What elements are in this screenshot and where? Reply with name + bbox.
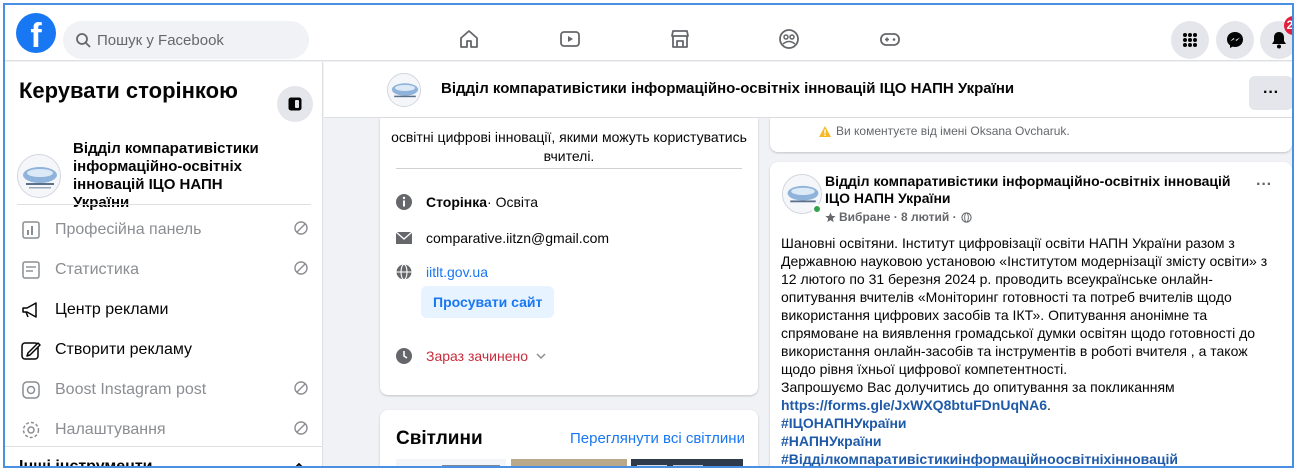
see-all-photos-link[interactable]: Переглянути всі світлини [570, 430, 745, 447]
page-header-avatar[interactable] [387, 73, 421, 107]
sidebar-item-label: Створити рекламу [55, 341, 193, 358]
hashtag-link[interactable]: #НАПНУкраїни [781, 432, 1178, 450]
sidebar-title: Керувати сторінкою [19, 78, 238, 103]
home-icon[interactable] [457, 27, 481, 51]
commenting-as-text: Ви коментуєте від імені Oksana Ovcharuk. [836, 124, 1070, 138]
panel-toggle-icon [288, 97, 302, 111]
groups-icon[interactable] [777, 27, 801, 51]
website-link[interactable]: iitlt.gov.ua [426, 264, 488, 280]
dashboard-icon [19, 218, 43, 242]
photos-card: Світлини Переглянути всі світлини [380, 410, 758, 468]
hours-status: Зараз зачинено [426, 348, 529, 364]
hashtag-link[interactable]: #Відділкомпаративістикиінформаційноосвіт… [781, 450, 1178, 466]
globe-icon [960, 211, 972, 223]
search-icon [76, 33, 91, 48]
intro-description: освітні цифрові інновації, якими можуть … [391, 129, 747, 164]
photos-title: Світлини [396, 428, 483, 449]
category-label: Сторінка [426, 194, 488, 210]
page-more-button[interactable]: ··· [1249, 76, 1292, 110]
instagram-icon [19, 378, 43, 402]
sidebar-item-ad-center[interactable]: Центр реклами [5, 290, 322, 330]
megaphone-icon [19, 298, 43, 322]
envelope-icon [394, 228, 414, 248]
comment-identity-card: Ви коментуєте від імені Oksana Ovcharuk. [770, 118, 1292, 152]
sidebar-item-settings[interactable]: Налаштування [5, 410, 322, 450]
post-card: Відділ компаративістики інформаційно-осв… [770, 162, 1292, 466]
collapse-sidebar-button[interactable] [277, 86, 313, 122]
disabled-icon [294, 221, 308, 235]
browser-frame: f Пошук у Facebook 20 Керувати сторінкою [3, 3, 1294, 468]
globe-icon [394, 262, 414, 282]
disabled-icon [294, 261, 308, 275]
post-hashtags: #ІЦОНАПНУкраїни #НАПНУкраїни #Відділкомп… [781, 414, 1178, 466]
top-navigation-bar: f Пошук у Facebook 20 [5, 5, 1292, 61]
star-icon [825, 211, 836, 222]
sidebar-item-professional-dashboard[interactable]: Професійна панель [5, 210, 322, 250]
post-meta-text: Вибране · 8 лютий · [839, 210, 957, 224]
chevron-down-icon [536, 353, 546, 360]
sidebar-item-label: Boost Instagram post [55, 381, 207, 398]
post-options-button[interactable]: ··· [1256, 176, 1272, 194]
info-email: comparative.iitzn@gmail.com [394, 228, 609, 248]
sidebar-item-label: Статистика [55, 261, 140, 278]
insights-icon [19, 258, 43, 282]
menu-grid-button[interactable] [1171, 21, 1209, 59]
photo-thumbnail[interactable] [631, 459, 743, 468]
online-status-dot [812, 204, 822, 214]
photo-thumbnail[interactable] [511, 459, 627, 468]
info-category: Сторінка · Освіта [394, 192, 538, 212]
intro-card: освітні цифрові інновації, якими можуть … [380, 118, 758, 395]
post-invite: Запрошуємо Вас долучитись до опитування … [781, 379, 1175, 395]
sidebar-other-tools[interactable]: Інші інструменти [5, 446, 322, 468]
gear-icon [19, 418, 43, 442]
sidebar-item-insights[interactable]: Статистика [5, 250, 322, 290]
messenger-button[interactable] [1216, 21, 1254, 59]
clock-icon [394, 346, 414, 366]
page-header-title[interactable]: Відділ компаративістики інформаційно-осв… [441, 80, 1014, 97]
pencil-icon [19, 338, 43, 362]
photo-thumbnail[interactable] [396, 459, 506, 468]
sidebar-divider [17, 204, 311, 205]
sidebar-other-tools-label: Інші інструменти [19, 457, 153, 468]
sidebar-item-label: Професійна панель [55, 221, 202, 238]
facebook-logo-icon[interactable]: f [16, 13, 56, 53]
grid-icon [1183, 33, 1197, 47]
chevron-up-icon [295, 462, 303, 466]
sidebar-item-boost-instagram[interactable]: Boost Instagram post [5, 370, 322, 410]
search-input[interactable]: Пошук у Facebook [63, 21, 309, 59]
intro-divider [396, 168, 742, 169]
sidebar-item-label: Центр реклами [55, 301, 169, 318]
email-text[interactable]: comparative.iitzn@gmail.com [426, 230, 609, 246]
promote-website-button[interactable]: Просувати сайт [421, 286, 555, 318]
messenger-icon [1227, 32, 1243, 48]
info-hours[interactable]: Зараз зачинено [394, 346, 546, 366]
sidebar-page-entry[interactable]: Відділ компаративістики інформаційно-осв… [17, 140, 283, 212]
sidebar-item-label: Налаштування [55, 421, 166, 438]
info-website: iitlt.gov.ua [394, 262, 488, 282]
page-avatar [17, 154, 61, 198]
manage-page-sidebar: Керувати сторінкою Відділ компаративісти… [5, 62, 323, 468]
bell-icon [1272, 32, 1286, 49]
warning-icon [819, 125, 831, 137]
video-icon[interactable] [558, 27, 582, 51]
info-icon [394, 192, 414, 212]
post-text: Шановні освітяни. Інститут цифровізації … [781, 235, 1268, 377]
gaming-icon[interactable] [878, 27, 902, 51]
post-body: Шановні освітяни. Інститут цифровізації … [781, 234, 1281, 414]
disabled-icon [294, 381, 308, 395]
survey-link[interactable]: https://forms.gle/JxWXQ8btuFDnUqNA6 [781, 397, 1047, 413]
hashtag-link[interactable]: #ІЦОНАПНУкраїни [781, 414, 1178, 432]
post-author-name[interactable]: Відділ компаративістики інформаційно-осв… [825, 173, 1235, 207]
search-placeholder: Пошук у Facebook [97, 31, 224, 49]
disabled-icon [294, 421, 308, 435]
commenting-as-note: Ви коментуєте від імені Oksana Ovcharuk. [818, 124, 1070, 138]
marketplace-icon[interactable] [668, 27, 692, 51]
sidebar-item-create-ad[interactable]: Створити рекламу [5, 330, 322, 370]
post-link-suffix: . [1047, 397, 1051, 413]
sidebar-page-name: Відділ компаративістики інформаційно-осв… [73, 140, 259, 211]
notifications-button[interactable]: 20 [1260, 16, 1292, 59]
category-value: · Освіта [487, 194, 539, 210]
post-meta: Вибране · 8 лютий · [825, 210, 972, 224]
page-header-bar: Відділ компаративістики інформаційно-осв… [324, 62, 1292, 118]
